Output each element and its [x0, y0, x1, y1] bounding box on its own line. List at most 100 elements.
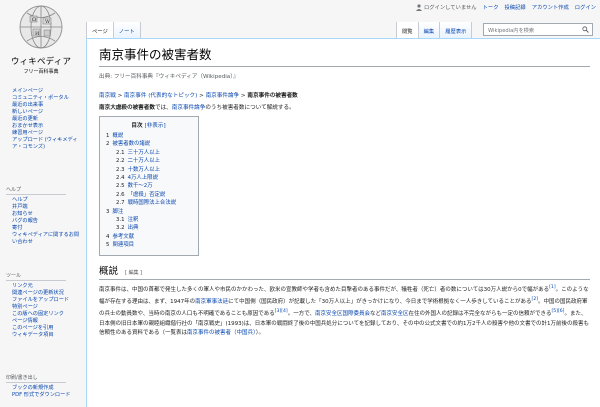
toc-item-label: 数千〜2万: [127, 183, 153, 190]
sidebar-item-wikidata[interactable]: ウィキデータ項目: [12, 332, 80, 339]
sidebar: Ω W И ウィキペディア フリー百科事典 メインページ コミュニティ・ポータル…: [0, 0, 82, 407]
toc-list: 1 概説 2 被害者数の諸説 2.1 三十万人以上 2.2 二十万人以上 2.3 十数万人以上 2.…: [106, 132, 191, 250]
sidebar-item-related-changes[interactable]: 関連ページの更新状況: [12, 290, 80, 297]
sidebar-item-contact[interactable]: ウィキペディアに関するお問い合わせ: [12, 232, 80, 246]
toc-item-number: 3: [106, 208, 110, 215]
section-paragraph: 南京事件は、中国の首都で発生した多くの軍人や市民のかかわった、欧米の宣教師や学者…: [99, 284, 589, 337]
toc-item-label: 「虐殺」否定説: [127, 191, 166, 198]
sidebar-item-donate[interactable]: 寄付: [12, 225, 80, 232]
breadcrumb-link[interactable]: 南京事件 (代表的なトピック): [124, 93, 197, 99]
toc-item[interactable]: 5 関連項目: [106, 241, 191, 249]
sidebar-item-download-pdf[interactable]: PDF 形式でダウンロード: [12, 392, 80, 399]
toc-item-number: 2.2: [116, 158, 125, 165]
sidebar-item-upload-file[interactable]: ファイルをアップロード: [12, 297, 80, 304]
nav-tools: ツール リンク元 関連ページの更新状況 ファイルをアップロード 特別ページ この…: [6, 272, 80, 339]
site-sub: 出典: フリー百科事典『ウィキペディア（Wikipedia）』: [99, 74, 239, 80]
tab-talk[interactable]: ノート: [112, 22, 141, 38]
sidebar-item-cite[interactable]: このページを引用: [12, 325, 80, 332]
sidebar-item-help[interactable]: ヘルプ: [12, 197, 80, 204]
sidebar-item-create-book[interactable]: ブックの新規作成: [12, 385, 80, 392]
tab-history[interactable]: 履歴表示: [439, 22, 473, 38]
sidebar-item-upload[interactable]: アップロード (ウィキメディア・コモンズ): [12, 137, 80, 151]
namespace-tabs: ページ ノート: [86, 22, 141, 38]
toc-item[interactable]: 2.3 十数万人以上: [106, 166, 191, 174]
breadcrumb-link[interactable]: 南京戦: [99, 93, 116, 99]
sidebar-item-whatlinkshere[interactable]: リンク元: [12, 283, 80, 290]
toc-item-label: 概説: [112, 133, 124, 139]
wordmark: ウィキペディア: [10, 57, 72, 67]
nav-main: メインページ コミュニティ・ポータル 最近の出来事 新しいページ 最近の更新 お…: [6, 88, 80, 151]
toc-item-number: 3.1: [116, 217, 125, 224]
create-account-link[interactable]: アカウント作成: [532, 3, 569, 11]
sidebar-item-special-pages[interactable]: 特別ページ: [12, 304, 80, 311]
sidebar-item-notices[interactable]: お知らせ: [12, 211, 80, 218]
toc-item-number: 4: [106, 233, 110, 240]
toc-item-label: 被害者数の諸説: [112, 141, 151, 148]
toc-item-label: 注釈: [127, 217, 139, 224]
tagline: フリー百科事典: [23, 69, 59, 75]
sidebar-item-main[interactable]: メインページ: [12, 88, 80, 95]
view-tabs: 閲覧 編集 履歴表示: [396, 22, 473, 38]
section-edit-link[interactable]: [ 編集 ]: [125, 270, 142, 276]
toc-item[interactable]: 3 脚注: [106, 208, 191, 216]
toc-item-number: 5: [106, 242, 110, 249]
content: 南京事件の被害者数 出典: フリー百科事典『ウィキペディア（Wikipedia）…: [86, 38, 600, 407]
anon-user: ログインしていません: [415, 3, 477, 11]
sidebar-item-random[interactable]: おまかせ表示: [12, 123, 80, 130]
toc-item[interactable]: 2.2 二十万人以上: [106, 157, 191, 165]
search-input[interactable]: Wikipedia内を検索: [483, 23, 593, 36]
search-icon[interactable]: [582, 26, 589, 33]
toc-item-label: 脚注: [112, 208, 124, 215]
login-link[interactable]: ログイン: [575, 3, 596, 11]
toc-item[interactable]: 4 参考文献: [106, 233, 191, 241]
sidebar-item-village-pump[interactable]: 井戸端: [12, 204, 80, 211]
toc-item-label: 4万人上限説: [127, 175, 158, 182]
toc-item[interactable]: 3.1 注釈: [106, 216, 191, 224]
toc-item[interactable]: 2 被害者数の諸説: [106, 140, 191, 148]
svg-text:Ω: Ω: [32, 17, 36, 23]
tab-read[interactable]: 閲覧: [396, 22, 418, 38]
sidebar-item-current-events[interactable]: 最近の出来事: [12, 102, 80, 109]
help-heading: ヘルプ: [6, 186, 66, 195]
tab-page[interactable]: ページ: [86, 22, 113, 38]
inline-link[interactable]: 南京安全区国際委員会: [315, 311, 370, 317]
ref-link[interactable]: [3][4]: [275, 309, 288, 314]
toc-item-number: 2.3: [116, 166, 125, 173]
toc-item[interactable]: 1 概説: [106, 132, 191, 140]
breadcrumb-link[interactable]: 南京事件論争: [206, 93, 240, 99]
toc-item-label: 二十万人以上: [127, 158, 160, 165]
sidebar-item-sandbox[interactable]: 練習用ページ: [12, 130, 80, 137]
sidebar-item-community[interactable]: コミュニティ・ポータル: [12, 95, 80, 102]
sidebar-item-permalink[interactable]: この版への固定リンク: [12, 311, 80, 318]
sidebar-item-page-info[interactable]: ページ情報: [12, 318, 80, 325]
tools-heading: ツール: [6, 272, 66, 281]
lead-link[interactable]: 南京事件論争: [172, 105, 206, 111]
inline-link[interactable]: 南京安全区: [381, 311, 409, 317]
tab-edit[interactable]: 編集: [417, 22, 440, 38]
talk-link[interactable]: トーク: [483, 3, 499, 11]
toc-item-number: 1: [106, 133, 110, 139]
toc-toggle[interactable]: [非表示]: [145, 123, 166, 129]
sidebar-item-recent-changes[interactable]: 最近の更新: [12, 116, 80, 123]
section-heading: 概説 [ 編集 ]: [99, 263, 590, 280]
toc-item[interactable]: 2.4 4万人上限説: [106, 174, 191, 182]
wikipedia-logo[interactable]: Ω W И ウィキペディア フリー百科事典: [8, 4, 74, 84]
inline-link[interactable]: 南京事件の被害者（中国兵）: [187, 330, 256, 336]
toc-item-number: 2.7: [116, 200, 125, 207]
toc-item-number: 2.5: [116, 183, 125, 190]
lead-paragraph: 南京大虐殺の被害者数では、南京事件論争のうち被害者数について解説する。: [99, 105, 295, 111]
breadcrumb: 南京戦 > 南京事件 (代表的なトピック) > 南京事件論争 > 南京事件の被害…: [99, 93, 298, 99]
toc-item[interactable]: 2.7 戦時国際法上合法説: [106, 199, 191, 207]
toc-item[interactable]: 3.2 出典: [106, 224, 191, 232]
toc-item[interactable]: 2.6 「虐殺」否定説: [106, 191, 191, 199]
toc-item[interactable]: 2.1 三十万人以上: [106, 149, 191, 157]
svg-text:И: И: [35, 31, 40, 37]
ref-link[interactable]: [5][6]: [551, 309, 564, 314]
toc-item-label: 十数万人以上: [127, 166, 160, 173]
toc-item[interactable]: 2.5 数千〜2万: [106, 182, 191, 190]
toc-item-label: 三十万人以上: [127, 149, 160, 156]
sidebar-item-bug-report[interactable]: バグの報告: [12, 218, 80, 225]
sidebar-item-new-pages[interactable]: 新しいページ: [12, 109, 80, 116]
inline-link[interactable]: 南京軍事法廷: [195, 299, 228, 305]
contribs-link[interactable]: 投稿記録: [505, 3, 526, 11]
